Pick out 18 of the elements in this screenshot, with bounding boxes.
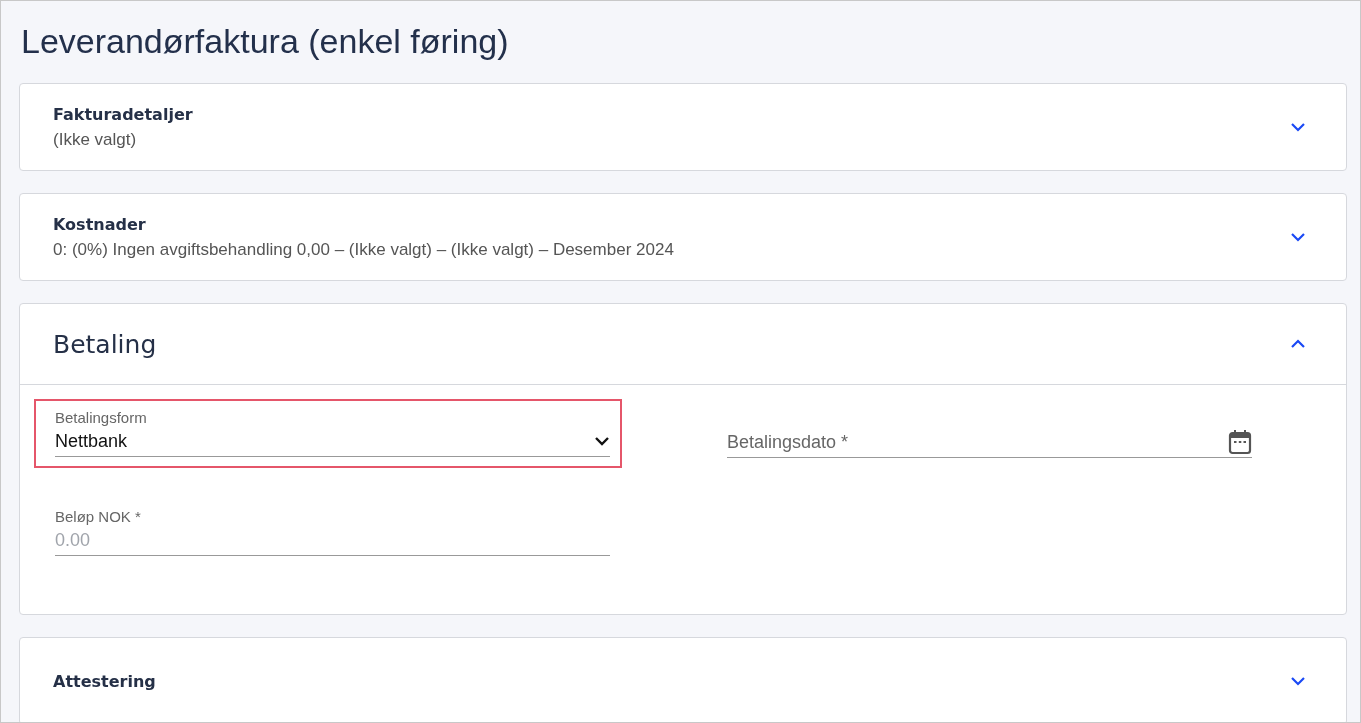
dropdown-chevron-icon [594, 436, 610, 446]
section-title: Fakturadetaljer [53, 104, 193, 124]
amount-field[interactable]: Beløp NOK * 0.00 [55, 508, 610, 556]
expand-chevron-icon[interactable] [1290, 122, 1306, 132]
section-summary: (Ikke valgt) [53, 129, 138, 150]
field-label: Betalingsform [55, 409, 148, 426]
section-title: Kostnader [53, 214, 147, 234]
expand-chevron-icon[interactable] [1290, 676, 1306, 686]
expand-chevron-icon[interactable] [1290, 232, 1306, 242]
page-title: Leverandørfaktura (enkel føring) [21, 21, 510, 62]
field-label: Beløp NOK * [55, 508, 142, 525]
date-field[interactable]: Betalingsdato * [727, 429, 1252, 458]
section-title: Betaling [53, 329, 157, 359]
collapse-chevron-icon[interactable] [1290, 339, 1306, 349]
payment-method-select[interactable]: Betalingsform Nettbank [55, 409, 610, 457]
calendar-icon[interactable] [1228, 429, 1252, 455]
section-title: Attestering [53, 671, 156, 691]
section-summary: 0: (0%) Ingen avgiftsbehandling 0,00 – (Ikke valgt) – (Ikke valgt) – Desember 2024 [53, 239, 674, 260]
